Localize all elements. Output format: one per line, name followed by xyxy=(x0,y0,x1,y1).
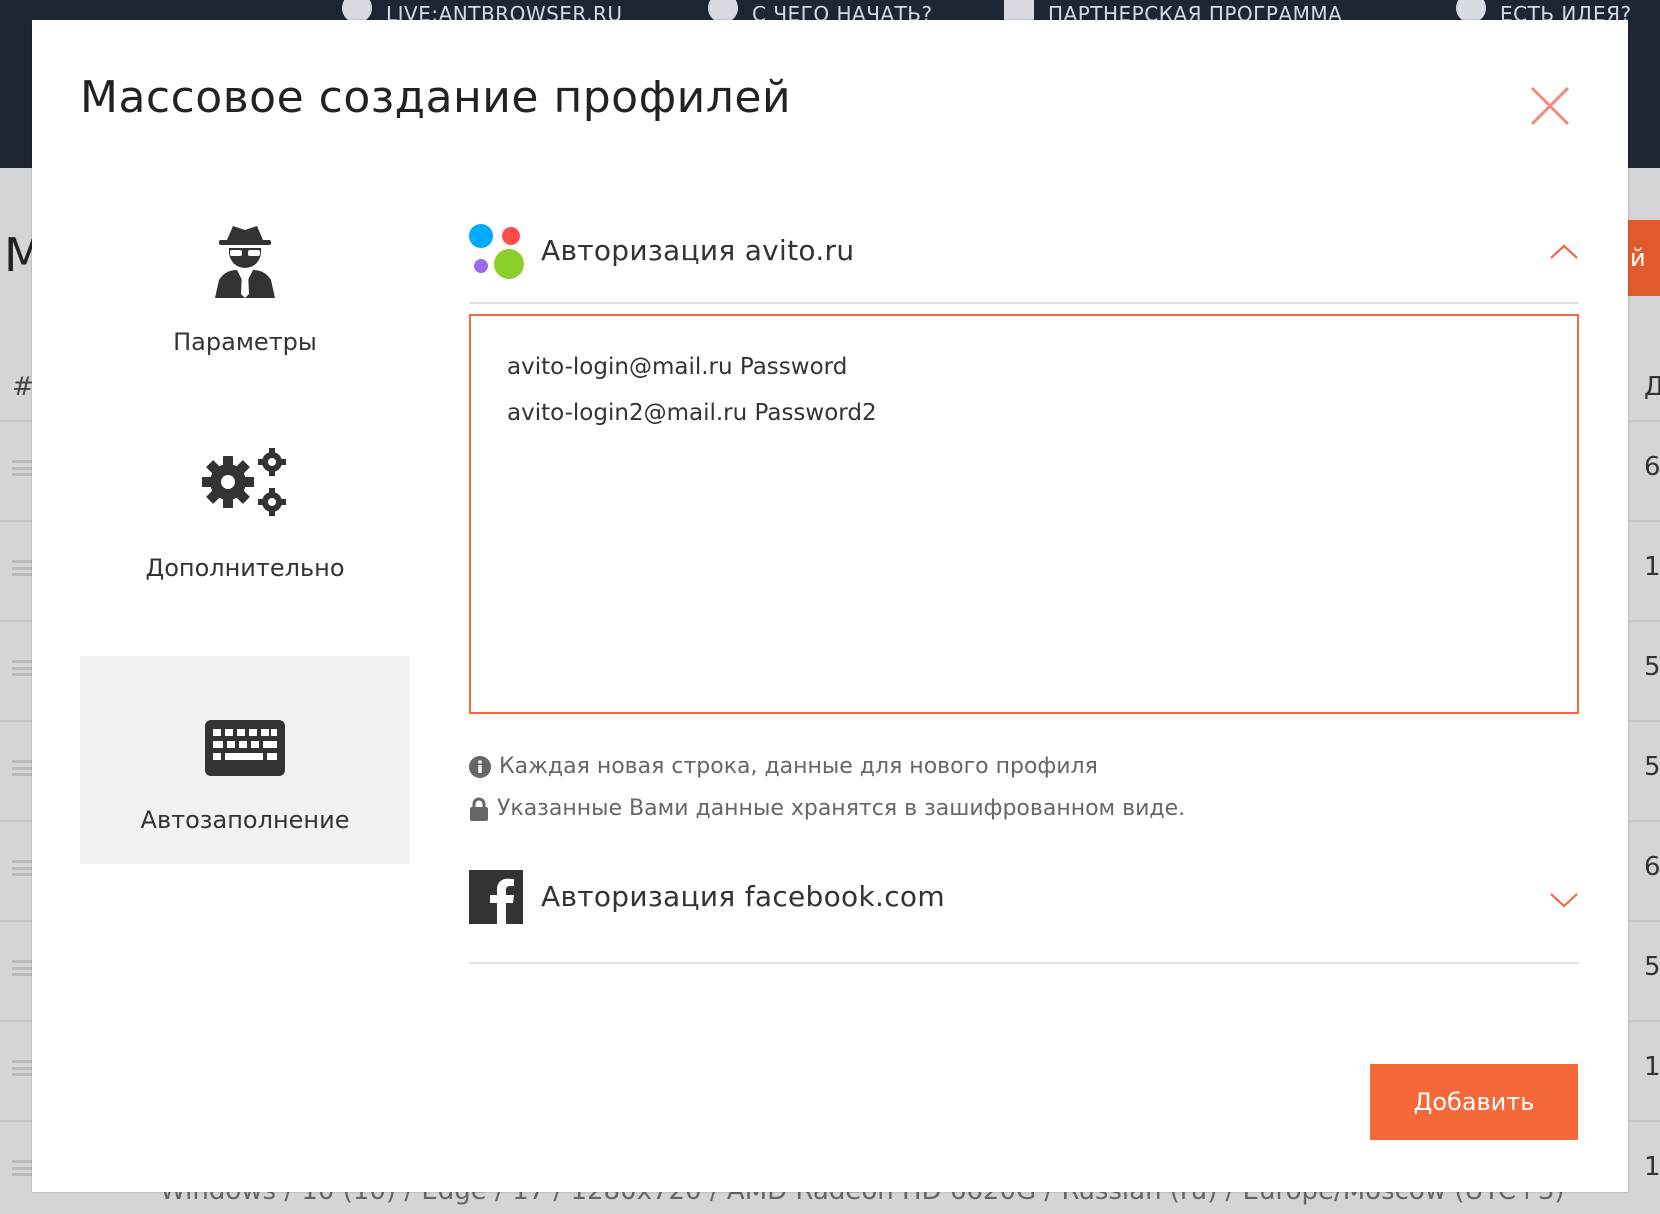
table-cell-fragment: 1( xyxy=(1644,1052,1660,1082)
avito-section-title: Авторизация avito.ru xyxy=(541,234,855,267)
add-button[interactable]: Добавить xyxy=(1370,1064,1578,1140)
facebook-logo-icon xyxy=(469,870,523,924)
table-cell-fragment: 5 xyxy=(1644,952,1660,982)
table-cell-fragment: 5 xyxy=(1644,752,1660,782)
drag-handle-icon[interactable] xyxy=(12,860,34,876)
info-icon xyxy=(469,755,491,778)
table-cell-fragment: 5 xyxy=(1644,652,1660,682)
drag-handle-icon[interactable] xyxy=(12,560,34,576)
create-profile-button-fragment[interactable]: й п xyxy=(1626,220,1660,296)
drag-handle-icon[interactable] xyxy=(12,660,34,676)
drag-handle-icon[interactable] xyxy=(12,1060,34,1076)
top-nav: LIVE:ANTBROWSER.RU С ЧЕГО НАЧАТЬ? ПАРТНЕ… xyxy=(0,0,1660,26)
table-cell-fragment: 1( xyxy=(1644,552,1660,582)
sidebar-item-advanced[interactable]: Дополнительно xyxy=(80,446,410,654)
table-header-hash: # xyxy=(12,372,34,402)
hint-encrypted: Указанные Вами данные хранятся в зашифро… xyxy=(469,796,1185,821)
sidebar-item-label: Дополнительно xyxy=(145,554,345,582)
drag-handle-icon[interactable] xyxy=(12,460,34,476)
table-cell-fragment: 6 xyxy=(1644,452,1660,482)
lock-icon xyxy=(470,797,488,821)
hint-new-line: Каждая новая строка, данные для нового п… xyxy=(469,754,1098,779)
hint-text: Каждая новая строка, данные для нового п… xyxy=(499,754,1098,779)
sidebar-item-autofill[interactable]: Автозаполнение xyxy=(80,656,410,864)
hint-text: Указанные Вами данные хранятся в зашифро… xyxy=(497,796,1186,821)
sidebar-item-label: Параметры xyxy=(173,328,317,356)
avito-logo-icon xyxy=(469,224,524,279)
sidebar-item-params[interactable]: Параметры xyxy=(80,220,410,428)
drag-handle-icon[interactable] xyxy=(12,760,34,776)
avito-section-header[interactable]: Авторизация avito.ru xyxy=(469,192,1579,304)
facebook-section-header[interactable]: Авторизация facebook.com xyxy=(469,846,1579,964)
keyboard-icon xyxy=(205,720,285,776)
drag-handle-icon[interactable] xyxy=(12,1160,34,1176)
mass-create-profiles-modal: Массовое создание профилей Параметры Доп… xyxy=(32,20,1628,1192)
chevron-down-icon[interactable] xyxy=(1549,890,1579,910)
facebook-section-title: Авторизация facebook.com xyxy=(541,880,945,913)
modal-title: Массовое создание профилей xyxy=(80,72,792,123)
table-cell-fragment: 1( xyxy=(1644,1152,1660,1182)
table-header-fragment: Д xyxy=(1644,372,1660,402)
sidebar-item-label: Автозаполнение xyxy=(140,806,350,834)
gears-icon xyxy=(202,448,286,516)
avito-credentials-input[interactable] xyxy=(469,314,1579,714)
table-cell-fragment: 6 xyxy=(1644,852,1660,882)
chevron-up-icon[interactable] xyxy=(1549,242,1579,262)
drag-handle-icon[interactable] xyxy=(12,960,34,976)
spy-icon xyxy=(215,226,275,298)
close-icon[interactable] xyxy=(1526,82,1574,130)
